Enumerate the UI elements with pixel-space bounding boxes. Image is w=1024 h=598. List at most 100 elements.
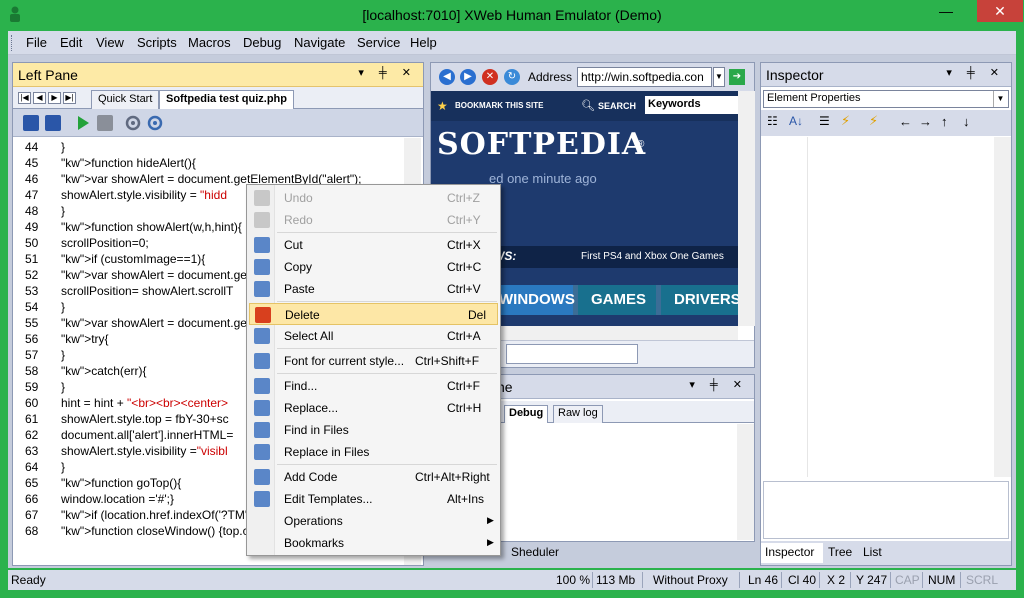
news-headline[interactable]: First PS4 and Xbox One Games [581,251,724,262]
save-all-icon[interactable] [45,115,61,131]
tab-next-button[interactable]: ▶ [48,92,61,104]
menu-item-add-code[interactable]: Add Code Ctrl+Alt+Right [249,466,498,488]
redo-icon [254,212,270,228]
go-icon[interactable]: ➔ [729,69,745,85]
inspector-select[interactable]: Element Properties [763,90,1009,108]
menu-item-find[interactable]: Find... Ctrl+F [249,375,498,397]
menu-service[interactable]: Service [357,35,400,50]
nav-games[interactable]: GAMES [578,285,656,315]
sort-az-icon[interactable]: A↓ [789,114,803,128]
select-all-icon [254,328,270,344]
categorized-icon[interactable]: ☷ [767,114,778,128]
code-text: "kw">var showAlert = document.getEl [61,316,261,330]
status-caps: CAP [895,573,920,587]
menu-item-font-for-current-style[interactable]: Font for current style... Ctrl+Shift+F [249,350,498,372]
forward-icon[interactable]: ▶ [460,69,476,85]
address-input[interactable]: http://win.softpedia.con [577,67,712,87]
menu-debug[interactable]: Debug [243,35,281,50]
nav-windows[interactable]: WINDOWS [499,285,575,315]
browser-tab[interactable] [506,344,638,364]
arrow-left-icon[interactable]: ← [899,114,912,129]
tab-first-button[interactable]: |◀ [18,92,31,104]
menu-item-delete[interactable]: Delete Del [249,303,498,325]
site-search-input[interactable]: Keywords [645,96,738,114]
inspector-controls[interactable]: ▾ ╪ ✕ [946,66,1005,79]
address-dropdown[interactable]: ▼ [713,67,725,87]
code-text: "kw">if (customImage==1){ [61,252,206,266]
minimize-button[interactable]: — [933,0,959,22]
line-number: 51 [25,252,39,266]
refresh-icon[interactable]: ↻ [504,69,520,85]
menu-macros[interactable]: Macros [188,35,231,50]
log-pane-controls[interactable]: ▾ ╪ ✕ [689,378,748,391]
menu-view[interactable]: View [96,35,124,50]
menu-item-cut[interactable]: Cut Ctrl+X [249,234,498,256]
stop-icon[interactable] [97,115,113,131]
status-y: Y 247 [856,573,888,587]
tab-tree[interactable]: Tree [828,545,852,565]
menu-item-operations[interactable]: Operations ▶ [249,510,498,532]
stop-load-icon[interactable]: ✕ [482,69,498,85]
code-text: } [61,140,66,154]
menu-file[interactable]: File [26,35,47,50]
run-icon[interactable] [75,115,91,131]
code-text: "kw">try{ [61,332,109,346]
menu-item-find-in-files[interactable]: Find in Files [249,419,498,441]
line-number: 62 [25,428,39,442]
menu-item-replace-in-files[interactable]: Replace in Files [249,441,498,463]
line-number: 64 [25,460,39,474]
tab-inspector[interactable]: Inspector [761,543,823,563]
menu-navigate[interactable]: Navigate [294,35,345,50]
line-number: 45 [25,156,39,170]
add-code-icon [254,469,270,485]
events-icon[interactable]: ⚡︎ [841,113,850,129]
menu-edit[interactable]: Edit [60,35,82,50]
menu-item-replace[interactable]: Replace... Ctrl+H [249,397,498,419]
status-x: X 2 [827,573,846,587]
menu-item-label: Font for current style... [284,354,405,368]
menu-help[interactable]: Help [410,35,437,50]
chevron-down-icon[interactable]: ▼ [993,91,1007,107]
settings-icon[interactable] [125,115,141,131]
menu-item-bookmarks[interactable]: Bookmarks ▶ [249,532,498,554]
log-vscroll[interactable] [737,424,754,540]
menu-item-select-all[interactable]: Select All Ctrl+A [249,325,498,347]
properties-icon[interactable]: ☰ [819,114,830,128]
nav-drivers[interactable]: DRIVERS [661,285,738,315]
copy-icon [254,259,270,275]
inspector-description [763,481,1009,539]
menu-item-edit-templates[interactable]: Edit Templates... Alt+Ins [249,488,498,510]
save-icon[interactable] [23,115,39,131]
tab-last-button[interactable]: ▶| [63,92,76,104]
line-number: 66 [25,492,39,506]
arrow-up-icon[interactable]: ↑ [941,114,948,129]
debug-settings-icon[interactable] [147,115,163,131]
paste-icon [254,281,270,297]
tab-softpedia-quiz[interactable]: Softpedia test quiz.php [159,90,294,109]
tab-quick-start[interactable]: Quick Start [91,90,160,109]
menu-scripts[interactable]: Scripts [137,35,177,50]
arrow-right-icon[interactable]: → [919,114,932,129]
inspector-vscroll[interactable] [994,137,1011,477]
tab-raw-log[interactable]: Raw log [553,405,603,423]
inspector-toolbar: ☷ A↓ ☰ ⚡︎ ⚡︎ ← → ↑ ↓ [761,110,1011,136]
menu-item-redo[interactable]: Redo Ctrl+Y [249,209,498,231]
menu-item-undo[interactable]: Undo Ctrl+Z [249,187,498,209]
menu-item-shortcut: Ctrl+Y [447,213,481,227]
menu-item-paste[interactable]: Paste Ctrl+V [249,278,498,300]
line-number: 52 [25,268,39,282]
tab-prev-button[interactable]: ◀ [33,92,46,104]
browser-vscroll[interactable] [738,91,755,326]
left-pane-controls[interactable]: ▾ ╪ ✕ [358,66,417,79]
menu-item-copy[interactable]: Copy Ctrl+C [249,256,498,278]
tab-list[interactable]: List [863,545,882,565]
line-number: 59 [25,380,39,394]
bookmark-link[interactable]: BOOKMARK THIS SITE [455,101,543,110]
code-text: } [61,204,66,218]
sheduler-tab[interactable]: Sheduler [511,545,559,559]
wand-icon[interactable]: ⚡︎ [869,113,878,129]
arrow-down-icon[interactable]: ↓ [963,114,970,129]
close-window-button[interactable]: ✕ [977,0,1023,22]
tab-debug[interactable]: Debug [504,405,549,423]
back-icon[interactable]: ◀ [439,69,455,85]
